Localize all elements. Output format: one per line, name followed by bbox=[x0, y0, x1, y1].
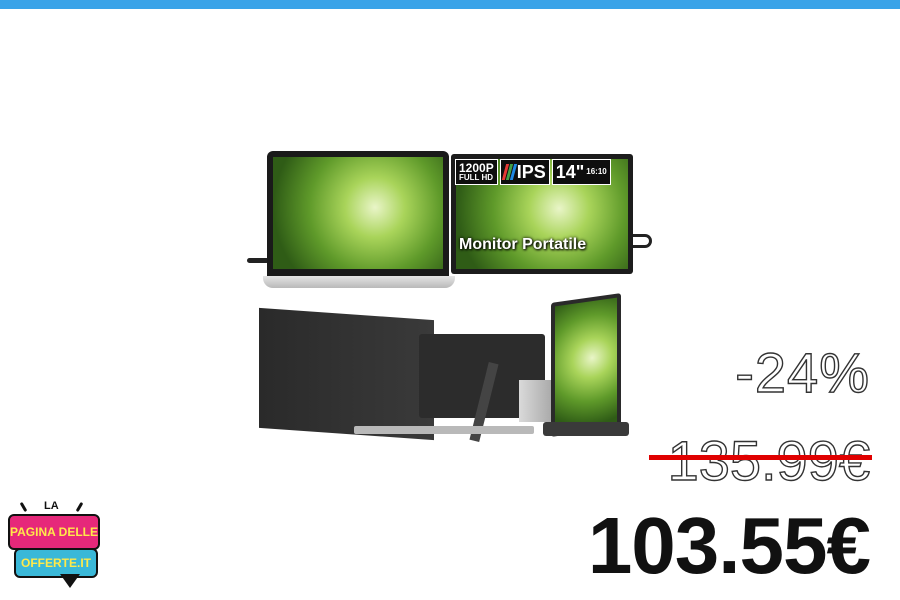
product-image: 1200P FULL HD IPS 14" 16:10 Monitor Port… bbox=[245, 148, 655, 448]
new-price: 103.55€ bbox=[587, 501, 871, 590]
site-logo: LA PAGINA DELLE OFFERTE.IT bbox=[8, 500, 100, 598]
folded-monitor bbox=[259, 307, 553, 443]
portrait-stand bbox=[543, 422, 629, 436]
laptop-screen bbox=[273, 157, 443, 269]
portable-monitor: 1200P FULL HD IPS 14" 16:10 Monitor Port… bbox=[451, 154, 633, 274]
laptop-base bbox=[263, 276, 455, 288]
ips-color-bars-icon bbox=[501, 164, 517, 180]
laptop bbox=[267, 151, 449, 276]
old-price: 135.99€ bbox=[667, 428, 871, 492]
top-accent-bar bbox=[0, 0, 900, 9]
usb-cable bbox=[247, 258, 269, 263]
usb-plug bbox=[633, 234, 652, 248]
portrait-monitor bbox=[541, 293, 645, 438]
panel-badge: IPS bbox=[499, 159, 550, 185]
resolution-badge: 1200P FULL HD bbox=[455, 159, 498, 185]
strikethrough-line bbox=[649, 455, 872, 460]
spec-badges: 1200P FULL HD IPS 14" 16:10 bbox=[455, 159, 611, 185]
size-badge: 14" 16:10 bbox=[551, 159, 611, 185]
monitor-label: Monitor Portatile bbox=[459, 236, 587, 253]
discount-percentage: -24% bbox=[735, 340, 870, 404]
